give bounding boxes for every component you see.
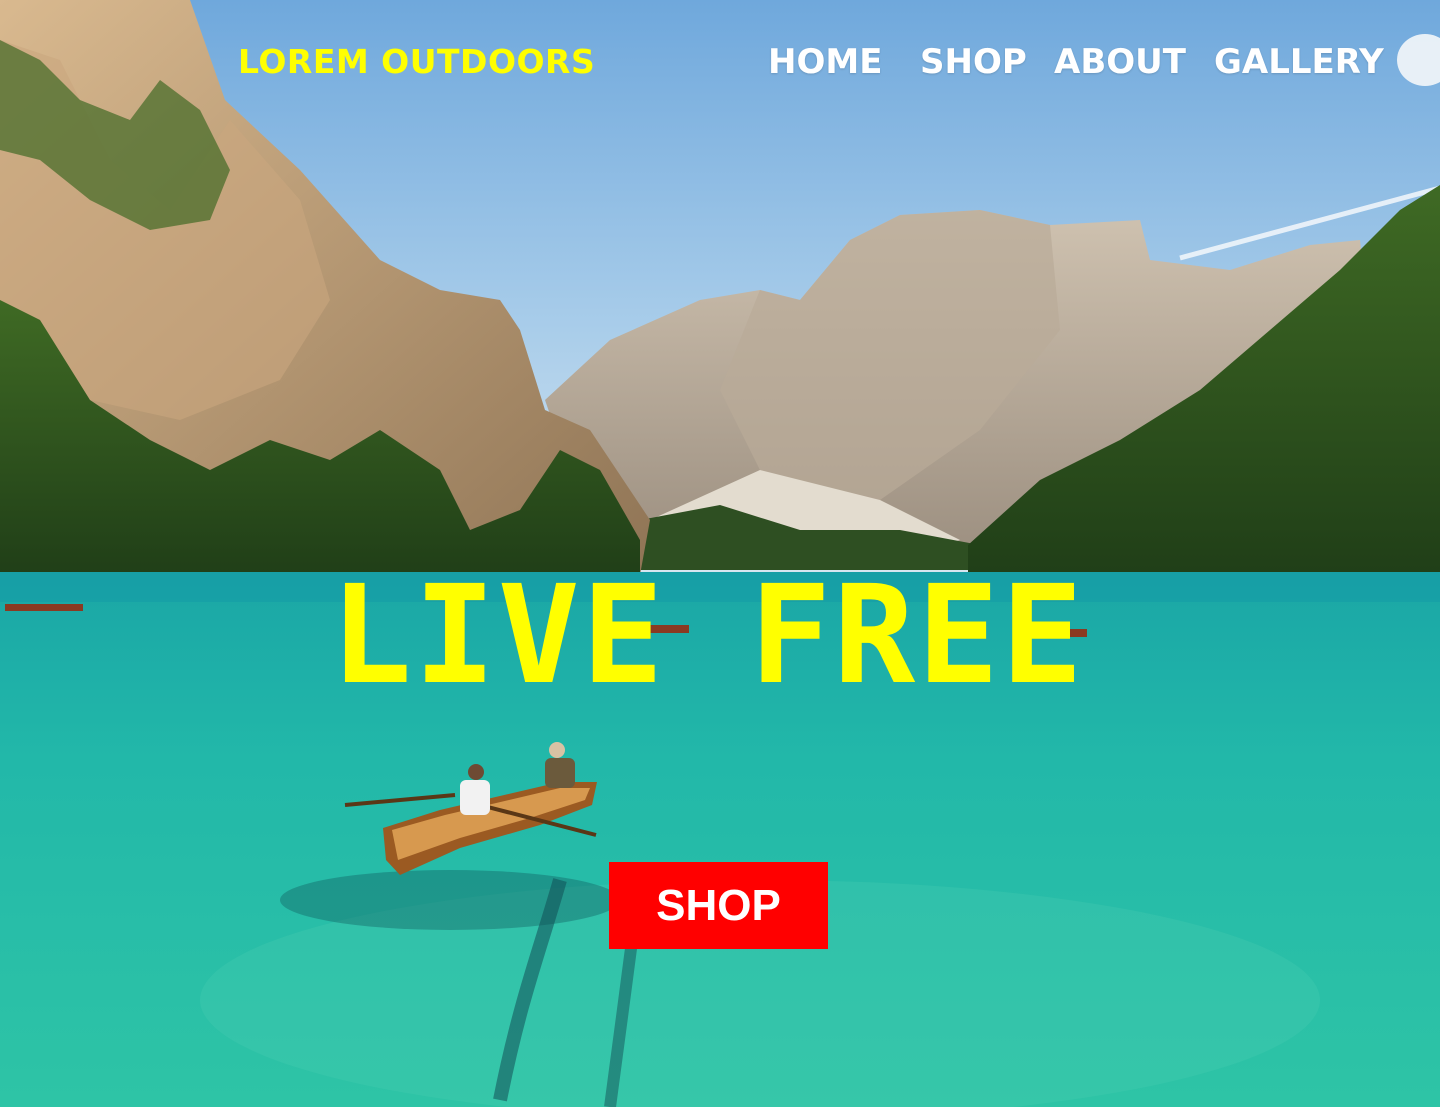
hero-section: LOREM OUTDOORS HOME SHOP ABOUT GALLERY L… [0, 0, 1440, 1107]
nav-link-about[interactable]: ABOUT [1054, 42, 1186, 82]
hero-headline: LIVE FREE [0, 566, 1440, 706]
nav-link-shop[interactable]: SHOP [920, 42, 1027, 82]
nav-link-home[interactable]: HOME [768, 42, 882, 82]
hero-headline-text: LIVE FREE [330, 557, 1085, 715]
main-nav: HOME SHOP ABOUT GALLERY [0, 42, 1440, 86]
shop-cta-button[interactable]: SHOP [609, 862, 828, 949]
nav-link-gallery[interactable]: GALLERY [1214, 42, 1384, 82]
